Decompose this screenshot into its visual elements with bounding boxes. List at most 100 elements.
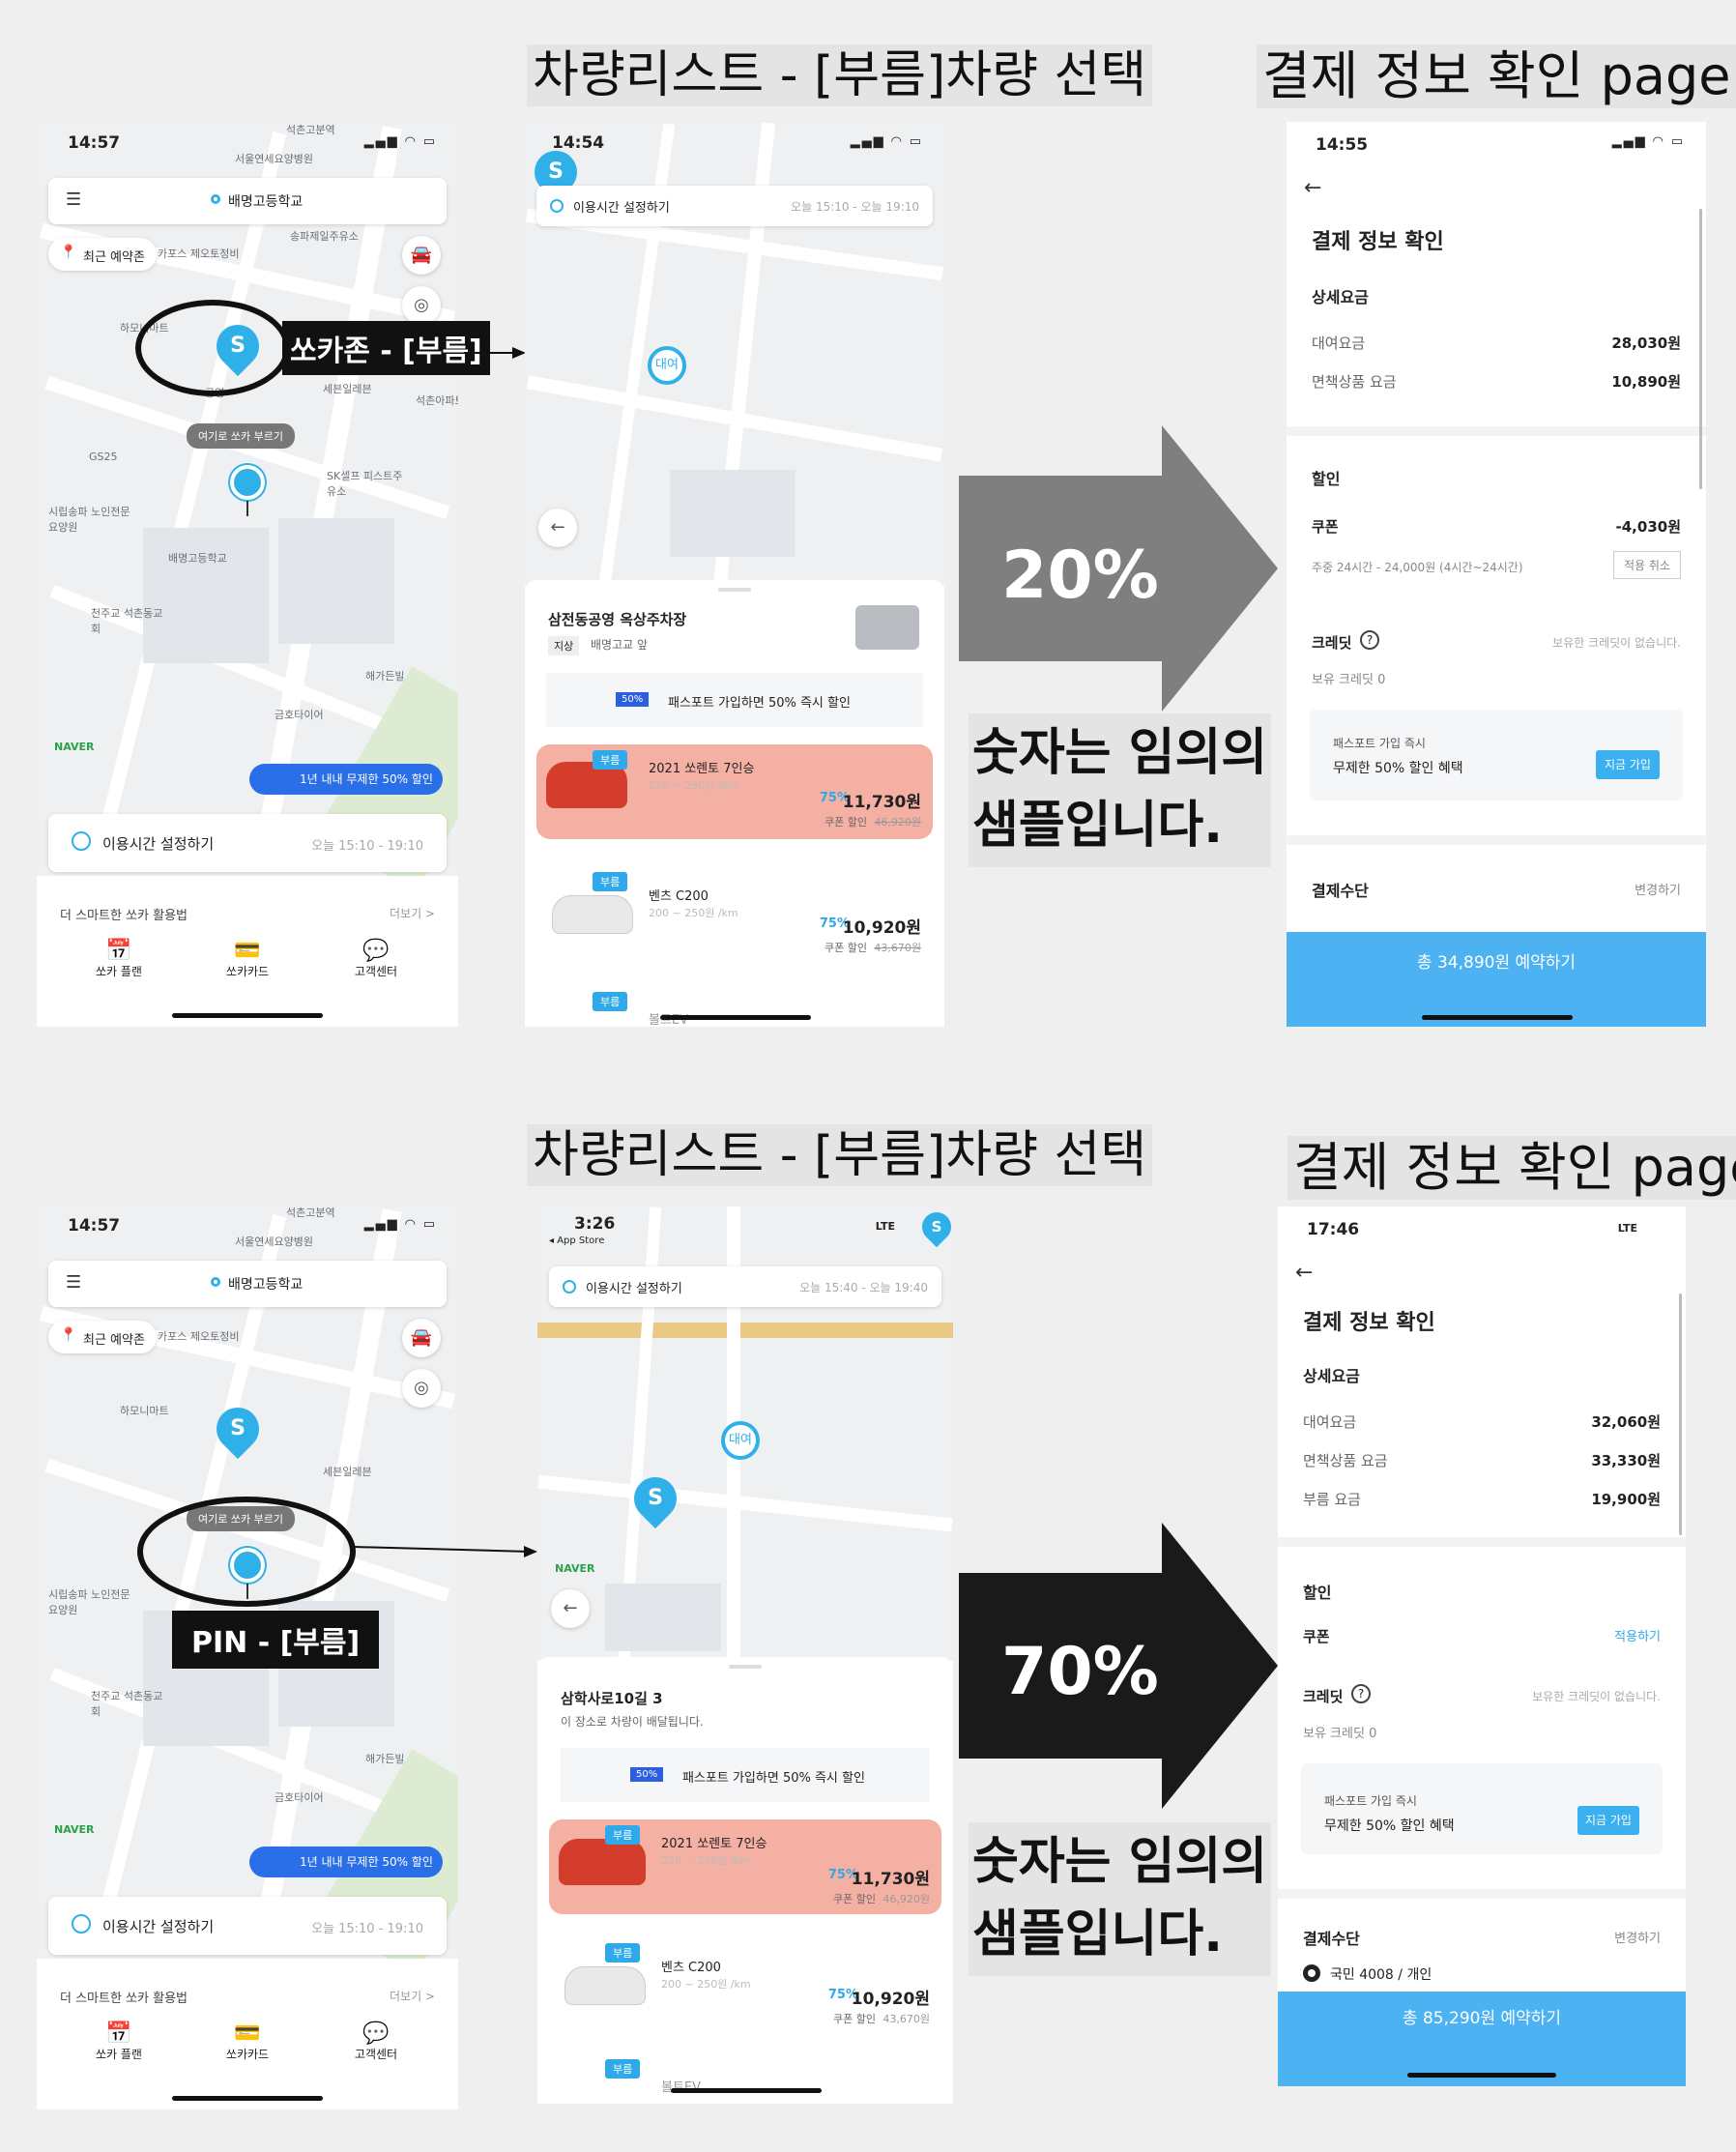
socar-zone-pin[interactable]: S (207, 1398, 269, 1460)
coupon-label: 쿠폰 할인 (833, 2013, 876, 2025)
socar-zone-pin[interactable]: S (624, 1468, 686, 1529)
clock: 17:46 (1307, 1220, 1360, 1239)
payment-bottom-label: 결제 정보 확인 page (1288, 1136, 1736, 1200)
reserve-button[interactable]: 총 34,890원 예약하기 (1287, 932, 1706, 1027)
map-label: 천주교 석촌동교회 (91, 607, 163, 635)
map-label: GS25 (89, 451, 118, 463)
note-bottom: 숫자는 임의의 샘플입니다. (969, 1822, 1272, 1976)
credit-balance: 보유 크레딧 0 (1303, 1727, 1377, 1741)
menu-icon[interactable]: ☰ (66, 189, 81, 210)
passport-box[interactable]: 패스포트 가입 즉시 무제한 50% 할인 혜택 지금 가입 (1301, 1763, 1663, 1854)
recent-zones-button[interactable]: 📍 최근 예약존 (48, 1321, 157, 1353)
locate-me-icon[interactable]: ◎ (402, 1369, 441, 1408)
car-row[interactable]: 부름 벤츠 C200 200 ~ 250원 /km 75% 10,920원 쿠폰… (536, 866, 933, 961)
fee-value: 28,030원 (1611, 334, 1681, 352)
clock: 14:54 (552, 133, 605, 153)
radio-selected[interactable] (1303, 1964, 1320, 1982)
place-name: 삼전동공영 옥상주차장 (548, 611, 687, 628)
tips-more-link[interactable]: 더보기 > (390, 1988, 435, 2004)
fee-value: 33,330원 (1591, 1452, 1661, 1469)
socarzone-highlight-ellipse (135, 300, 290, 396)
divider (1287, 426, 1706, 436)
change-method-link[interactable]: 변경하기 (1614, 1928, 1661, 1946)
car-fuel-range: 200 ~ 250원 /km (661, 1978, 751, 1991)
set-time-label: 이용시간 설정하기 (102, 1918, 215, 1935)
back-arrow-icon[interactable]: ← (1295, 1261, 1313, 1285)
back-to-app-link[interactable]: ◂ App Store (549, 1236, 604, 1246)
join-now-button[interactable]: 지금 가입 (1577, 1806, 1639, 1835)
join-now-button[interactable]: 지금 가입 (1596, 750, 1660, 779)
car-icon[interactable]: 🚘 (402, 236, 441, 275)
call-badge: 부름 (593, 872, 628, 891)
tip-support[interactable]: 💬 고객센터 (342, 939, 410, 979)
car-icon[interactable]: 🚘 (402, 1319, 441, 1357)
apply-coupon-link[interactable]: 적용하기 (1614, 1626, 1661, 1644)
tips-more-link[interactable]: 더보기 > (390, 905, 435, 921)
back-arrow-icon[interactable]: ← (1304, 176, 1321, 200)
car-row[interactable]: 부름 볼트EV (549, 2053, 941, 2095)
place-sub: 이 장소로 차량이 배달됩니다. (561, 1715, 704, 1729)
tips-title: 더 스마트한 쏘카 활용법 (60, 909, 188, 923)
home-indicator (671, 2088, 822, 2093)
car-row-highlight[interactable]: 부름 2021 쏘렌토 7인승 220 ~ 250원 /km 75% 11,73… (549, 1819, 941, 1914)
tips-panel: 더 스마트한 쏘카 활용법 더보기 > 📅 쏘카 플랜 💳 쏘카카드 💬 고객센터 (37, 1968, 458, 2109)
location-pin[interactable] (230, 465, 265, 500)
set-time-bar[interactable]: 이용시간 설정하기 오늘 15:10 - 19:10 (48, 814, 447, 872)
coupon-label: 쿠폰 할인 (825, 942, 867, 954)
map-canvas[interactable]: 석촌고분역 서울연세요양병원 송파제일주유소 카포스 제오토정비 하모니마트 세… (37, 122, 458, 876)
car-row-highlight[interactable]: 부름 2021 쏘렌토 7인승 220 ~ 250원 /km 75% 11,73… (536, 744, 933, 839)
set-time-label: 이용시간 설정하기 (573, 201, 670, 216)
passport-badge: 50% (630, 1767, 664, 1782)
parking-photo[interactable] (855, 605, 919, 650)
set-time-bar[interactable]: 이용시간 설정하기 오늘 15:10 - 오늘 19:10 (536, 186, 933, 226)
set-time-bar[interactable]: 이용시간 설정하기 오늘 15:10 - 19:10 (48, 1897, 447, 1955)
scrollbar[interactable] (1679, 1294, 1682, 1535)
search-bar[interactable]: ☰ 배명고등학교 (48, 178, 447, 224)
promo-banner[interactable]: 1년 내내 무제한 50% 할인 (249, 764, 443, 795)
passport-banner[interactable]: 50% 패스포트 가입하면 50% 즉시 할인 (546, 673, 923, 727)
chat-icon: 💬 (362, 2021, 390, 2046)
coupon-row: 쿠폰 -4,030원 (1312, 516, 1681, 537)
tip-plan[interactable]: 📅 쏘카 플랜 (85, 939, 153, 979)
section-method: 결제수단 (1312, 882, 1369, 900)
help-icon[interactable]: ? (1351, 1684, 1371, 1703)
search-input[interactable]: 배명고등학교 (228, 191, 303, 211)
time-range: 오늘 15:10 - 오늘 19:10 (791, 200, 919, 214)
scrollbar[interactable] (1699, 209, 1702, 489)
coupon-label: 쿠폰 할인 (825, 816, 867, 829)
help-icon[interactable]: ? (1360, 630, 1379, 650)
page-title: 결제 정보 확인 (1303, 1311, 1435, 1335)
recent-zones-button[interactable]: 📍 최근 예약존 (48, 238, 157, 271)
tip-support[interactable]: 💬 고객센터 (342, 2021, 410, 2062)
tip-card[interactable]: 💳 쏘카카드 (214, 939, 281, 979)
tip-plan[interactable]: 📅 쏘카 플랜 (85, 2021, 153, 2062)
locate-me-icon[interactable]: ◎ (402, 286, 441, 325)
coupon-desc: 주중 24시간 - 24,000원 (4시간~24시간) (1312, 561, 1523, 574)
rent-pin[interactable]: 대여 (721, 1421, 760, 1460)
call-badge: 부름 (593, 992, 628, 1011)
note-line: 샘플입니다. (972, 1905, 1223, 1964)
promo-banner[interactable]: 1년 내내 무제한 50% 할인 (249, 1847, 443, 1877)
sheet-handle[interactable] (729, 1665, 762, 1669)
section-detail: 상세요금 (1312, 288, 1369, 306)
fee-value: 10,890원 (1611, 373, 1681, 391)
passport-box[interactable]: 패스포트 가입 즉시 무제한 50% 할인 혜택 지금 가입 (1310, 710, 1683, 800)
change-method-link[interactable]: 변경하기 (1635, 880, 1681, 898)
menu-icon[interactable]: ☰ (66, 1272, 81, 1293)
search-input[interactable]: 배명고등학교 (228, 1274, 303, 1294)
passport-banner[interactable]: 50% 패스포트 가입하면 50% 즉시 할인 (561, 1748, 930, 1802)
back-arrow-icon[interactable]: ← (538, 509, 577, 547)
tip-label: 고객센터 (354, 2048, 398, 2061)
home-indicator (1422, 1015, 1573, 1020)
call-here-tooltip: 여기로 쏘카 부르기 (187, 423, 295, 449)
cancel-coupon-button[interactable]: 적용 취소 (1613, 551, 1681, 579)
tip-card[interactable]: 💳 쏘카카드 (214, 2021, 281, 2062)
sheet-handle[interactable] (718, 588, 751, 592)
back-arrow-icon[interactable]: ← (551, 1589, 590, 1628)
rent-pin[interactable]: 대여 (648, 346, 686, 385)
search-bar[interactable]: ☰ 배명고등학교 (48, 1261, 447, 1307)
car-row[interactable]: 부름 벤츠 C200 200 ~ 250원 /km 75% 10,920원 쿠폰… (549, 1937, 941, 2032)
network-label: LTE (875, 1220, 895, 1233)
set-time-bar[interactable]: 이용시간 설정하기 오늘 15:40 - 오늘 19:40 (549, 1266, 941, 1307)
divider (1278, 1889, 1686, 1899)
